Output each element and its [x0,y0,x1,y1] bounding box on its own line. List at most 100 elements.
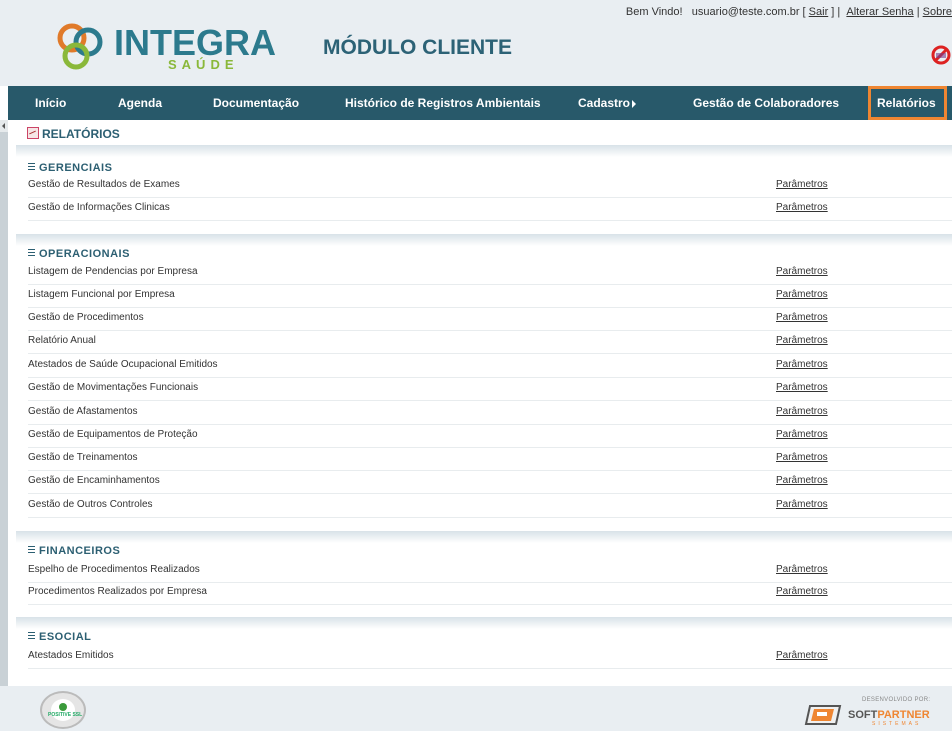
no-entry-icon[interactable] [930,44,952,66]
report-row: Gestão de Movimentações Funcionais Parâme… [28,378,952,401]
parameters-link[interactable]: Parâmetros [776,650,828,661]
parameters-link[interactable]: Parâmetros [776,499,828,510]
parameters-link[interactable]: Parâmetros [776,564,828,575]
parameters-link[interactable]: Parâmetros [776,312,828,323]
report-row: Gestão de Outros Controles Parâmetros [28,495,952,518]
section-financeiros: FINANCEIROS [28,545,120,557]
report-name: Gestão de Afastamentos [28,406,138,417]
welcome-text: Bem Vindo! [625,6,683,18]
report-row: Gestão de Encaminhamentos Parâmetros [28,471,952,494]
report-row: Espelho de Procedimentos Realizados Parâm… [28,560,952,583]
report-name: Procedimentos Realizados por Empresa [28,586,207,597]
parameters-link[interactable]: Parâmetros [776,289,828,300]
seal-check-icon [59,703,67,711]
list-icon [28,163,35,171]
report-name: Listagem Funcional por Empresa [28,289,175,300]
change-password-link[interactable]: Alterar Senha [846,6,913,18]
parameters-link[interactable]: Parâmetros [776,359,828,370]
report-name: Atestados Emitidos [28,650,114,661]
report-name: Atestados de Saúde Ocupacional Emitidos [28,359,218,370]
list-icon [28,249,35,257]
nav-item-cadastro[interactable]: Cadastro [578,86,637,120]
divider [16,617,952,629]
report-row: Listagem de Pendencias por Empresa Parâme… [28,262,952,285]
parameters-link[interactable]: Parâmetros [776,335,828,346]
divider [16,234,952,246]
nav-item-documentacao[interactable]: Documentação [213,86,299,120]
report-row: Gestão de Treinamentos Parâmetros [28,448,952,471]
section-gerenciais: GERENCIAIS [28,162,112,174]
report-row: Gestão de Afastamentos Parâmetros [28,402,952,425]
report-name: Relatório Anual [28,335,96,346]
nav-item-relatorios[interactable]: Relatórios [868,86,947,120]
header: Bem Vindo! usuario@teste.com.br [ Sair ]… [0,0,952,86]
vendor-subtitle: SISTEMAS [872,721,922,727]
nav-item-historico[interactable]: Histórico de Registros Ambientais [345,86,541,120]
report-row: Gestão de Procedimentos Parâmetros [28,308,952,331]
logo-subtitle: SAÚDE [168,57,239,72]
parameters-link[interactable]: Parâmetros [776,429,828,440]
report-row: Atestados de Saúde Ocupacional Emitidos P… [28,355,952,378]
parameters-link[interactable]: Parâmetros [776,179,828,190]
report-name: Gestão de Encaminhamentos [28,475,160,486]
section-title: OPERACIONAIS [39,248,130,260]
report-name: Gestão de Equipamentos de Proteção [28,429,198,440]
report-row: Procedimentos Realizados por Empresa Parâ… [28,582,952,605]
report-name: Gestão de Informações Clinicas [28,202,170,213]
page-title-text: RELATÓRIOS [42,127,120,141]
integra-logo[interactable]: INTEGRA SAÚDE [52,20,276,72]
parameters-link[interactable]: Parâmetros [776,586,828,597]
report-row: Gestão de Informações Clinicas Parâmetros [28,198,952,221]
report-row: Listagem Funcional por Empresa Parâmetros [28,285,952,308]
report-name: Gestão de Resultados de Exames [28,179,180,190]
section-title: GERENCIAIS [39,162,113,174]
parameters-link[interactable]: Parâmetros [776,452,828,463]
parameters-link[interactable]: Parâmetros [776,475,828,486]
bracket-open: [ [799,6,809,18]
module-title: MÓDULO CLIENTE [323,36,512,59]
page-title: RELATÓRIOS [27,127,120,141]
bracket-close: ] | [828,6,844,18]
report-name: Gestão de Outros Controles [28,499,153,510]
about-link[interactable]: Sobre [923,6,952,18]
section-operacionais: OPERACIONAIS [28,248,130,260]
sidebar-collapse-bar[interactable] [0,120,8,686]
divider [16,531,952,543]
section-title: ESOCIAL [39,631,92,643]
seal-label: POSITIVE SSL [48,712,83,718]
report-chart-icon [27,127,39,139]
softpartner-logo-icon[interactable] [804,703,844,727]
parameters-link[interactable]: Parâmetros [776,382,828,393]
list-icon [28,632,35,640]
user-email: usuario@teste.com.br [691,6,800,18]
section-title: FINANCEIROS [39,545,121,557]
caret-right-icon [632,99,637,108]
report-name: Espelho de Procedimentos Realizados [28,564,200,575]
section-esocial: ESOCIAL [28,631,91,643]
vendor-name-a: SOFT [848,709,878,721]
chevron-left-icon [2,123,5,129]
main-nav: Início Agenda Documentação Histórico de … [8,86,952,120]
nav-item-cadastro-label: Cadastro [578,96,631,110]
report-row: Relatório Anual Parâmetros [28,331,952,354]
list-icon [28,546,35,554]
vendor-name[interactable]: SOFTPARTNER [848,709,930,721]
user-bar: Bem Vindo! usuario@teste.com.br [ Sair ]… [626,6,952,18]
report-row: Gestão de Resultados de Exames Parâmetros [28,175,952,198]
divider [16,145,952,157]
logout-link[interactable]: Sair [809,6,829,18]
collapse-tab[interactable] [0,120,8,132]
report-name: Gestão de Treinamentos [28,452,138,463]
vendor-name-b: PARTNER [877,709,930,721]
separator: | [913,6,923,18]
parameters-link[interactable]: Parâmetros [776,406,828,417]
nav-item-gestao-colaboradores[interactable]: Gestão de Colaboradores [693,86,839,120]
integra-emblem-icon [57,23,103,70]
parameters-link[interactable]: Parâmetros [776,266,828,277]
parameters-link[interactable]: Parâmetros [776,202,828,213]
developed-by-label: DESENVOLVIDO POR: [862,697,931,703]
report-row: Gestão de Equipamentos de Proteção Parâme… [28,425,952,448]
nav-item-inicio[interactable]: Início [35,86,66,120]
nav-item-agenda[interactable]: Agenda [118,86,162,120]
ssl-seal[interactable]: POSITIVE SSL [40,691,86,729]
